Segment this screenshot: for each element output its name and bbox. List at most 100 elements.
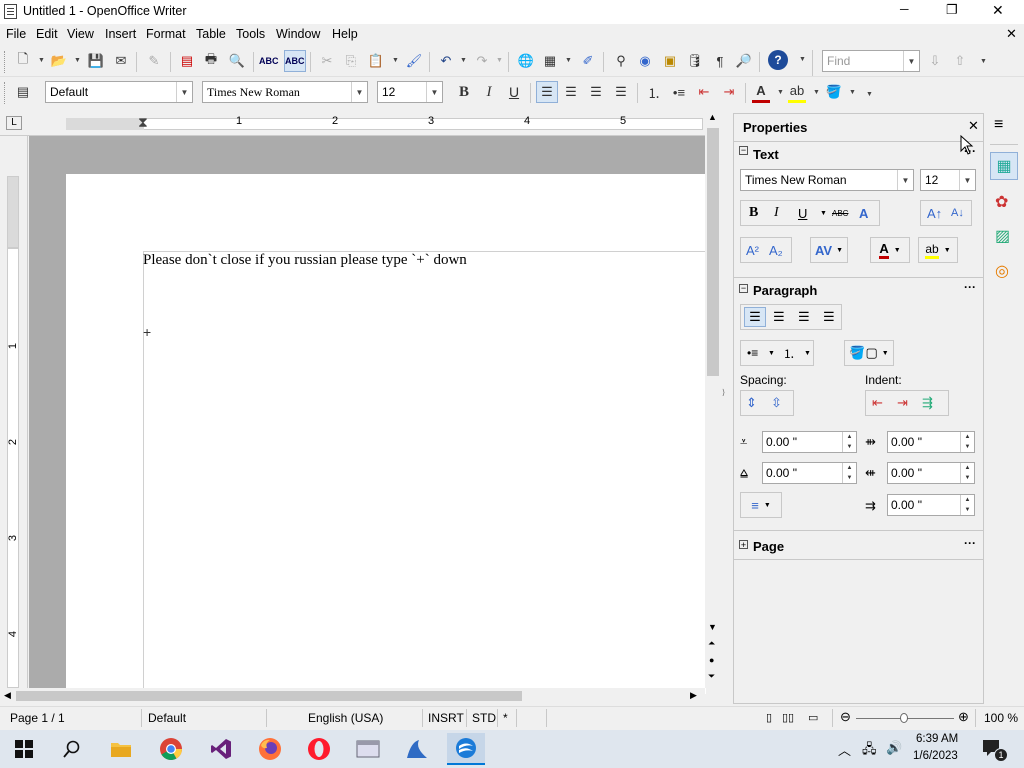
opera-icon[interactable]	[303, 733, 335, 765]
font-size-select[interactable]: 12 ▼	[377, 81, 443, 103]
file-explorer-icon[interactable]	[105, 733, 137, 765]
gallery-tab-icon[interactable]: ▨	[995, 226, 1010, 246]
clock-date[interactable]: 1/6/2023	[913, 750, 958, 762]
shadow-icon[interactable]: A	[859, 206, 868, 221]
paste-icon[interactable]: 📋	[367, 50, 385, 72]
save-icon[interactable]: 💾	[87, 50, 105, 72]
find-input[interactable]: Find ▼	[822, 50, 920, 72]
data-sources-icon[interactable]: 🛢	[686, 50, 704, 72]
spellcheck-icon[interactable]: ABC	[259, 50, 279, 72]
cut-icon[interactable]: ✂	[318, 50, 336, 72]
chevron-down-icon[interactable]: ▼	[897, 170, 913, 190]
find-next-icon[interactable]: ⇩	[926, 50, 944, 72]
close-sidebar-icon[interactable]: ✕	[968, 118, 979, 134]
justify-icon[interactable]: ☰	[612, 81, 630, 103]
sidebar-align-right-icon[interactable]: ☰	[798, 309, 810, 325]
menu-format[interactable]: Format	[146, 27, 186, 41]
underline-button[interactable]: U	[505, 81, 523, 103]
scroll-down-icon[interactable]: ▼	[708, 622, 717, 632]
search-icon[interactable]	[56, 733, 88, 765]
align-right-icon[interactable]: ☰	[587, 81, 605, 103]
scroll-right-icon[interactable]: ▶	[690, 690, 697, 701]
help-icon[interactable]: ?	[768, 50, 788, 70]
hyperlink-icon[interactable]: 🌐	[517, 50, 535, 72]
navigator-icon[interactable]: ◉	[636, 50, 654, 72]
decrease-font-icon[interactable]: A↓	[951, 207, 964, 219]
before-text-indent[interactable]: 0.00 " ▲ ▼	[887, 431, 975, 453]
copy-icon[interactable]: ⎘	[342, 50, 360, 72]
decrease-indent-icon[interactable]: ⇤	[695, 81, 713, 103]
collapse-paragraph-icon[interactable]: −	[739, 284, 748, 293]
scroll-thumb[interactable]	[707, 128, 719, 376]
page-more-options[interactable]: ···	[964, 536, 976, 550]
superscript-icon[interactable]: A²	[746, 243, 759, 258]
menu-edit[interactable]: Edit	[36, 27, 58, 41]
highlight-icon[interactable]: ab	[788, 81, 806, 103]
sidebar-font-name-select[interactable]: Times New Roman ▼	[740, 169, 914, 191]
paragraph-style-select[interactable]: Default ▼	[45, 81, 193, 103]
menu-help[interactable]: Help	[332, 27, 358, 41]
windows-start-icon[interactable]	[8, 733, 40, 765]
undo-icon[interactable]: ↶	[437, 50, 455, 72]
expand-page-icon[interactable]: +	[739, 540, 748, 550]
page-status[interactable]: Page 1 / 1	[10, 711, 65, 725]
chevron-down-icon[interactable]: ▼	[903, 51, 919, 71]
network-icon[interactable]: 🖧	[862, 740, 877, 762]
find-previous-icon[interactable]: ⇧	[951, 50, 969, 72]
volume-icon[interactable]: 🔊	[886, 740, 902, 756]
sidebar-font-size-select[interactable]: 12 ▼	[920, 169, 976, 191]
background-color-icon[interactable]: 🪣	[825, 81, 843, 103]
scroll-left-icon[interactable]: ◀	[4, 690, 11, 701]
increase-indent-icon[interactable]: ⇥	[720, 81, 738, 103]
collapse-text-icon[interactable]: −	[739, 146, 748, 155]
menu-table[interactable]: Table	[196, 27, 226, 41]
chevron-down-icon[interactable]: ▼	[426, 82, 442, 102]
text-section-title[interactable]: Text	[753, 147, 779, 162]
paragraph-background-button[interactable]: 🪣▢ ▼	[844, 340, 894, 366]
vertical-scrollbar[interactable]: ▲ ▼ ⏶ ● ⏷	[705, 110, 721, 688]
page-section-title[interactable]: Page	[753, 539, 784, 554]
document-text[interactable]: Please don`t close if you russian please…	[143, 252, 467, 269]
first-line-indent[interactable]: 0.00 " ▲ ▼	[887, 494, 975, 516]
h-scroll-thumb[interactable]	[16, 691, 522, 701]
sidebar-numbering-icon[interactable]: ⒈	[783, 345, 795, 362]
clone-formatting-icon[interactable]: 🖌	[405, 50, 423, 72]
clock-time[interactable]: 6:39 AM	[916, 733, 958, 745]
above-paragraph-spacing[interactable]: 0.00 " ▲ ▼	[762, 431, 857, 453]
horizontal-scrollbar[interactable]: ◀ ▶	[0, 688, 705, 704]
zoom-level[interactable]: 100 %	[984, 711, 1018, 725]
increase-font-icon[interactable]: A↑	[927, 206, 942, 221]
find-replace-icon[interactable]: ⚲	[612, 50, 630, 72]
navigation-icon[interactable]: ●	[709, 655, 714, 665]
scroll-up-icon[interactable]: ▲	[708, 112, 717, 122]
show-hidden-icons[interactable]: ︿	[838, 740, 851, 759]
language-status[interactable]: English (USA)	[308, 711, 383, 725]
paragraph-more-options[interactable]: ···	[964, 280, 976, 294]
paragraph-section-title[interactable]: Paragraph	[753, 283, 817, 298]
table-icon[interactable]: ▦	[541, 50, 559, 72]
sidebar-decrease-indent-icon[interactable]: ⇥	[897, 395, 908, 411]
sidebar-underline-icon[interactable]: U	[798, 206, 807, 221]
after-text-indent[interactable]: 0.00 " ▲ ▼	[887, 462, 975, 484]
single-page-view-icon[interactable]: ▯	[766, 711, 772, 724]
app-window-icon[interactable]	[352, 733, 384, 765]
sidebar-splitter[interactable]: ⟩	[721, 110, 731, 704]
styles-tab-icon[interactable]: ✿	[995, 192, 1008, 212]
chevron-down-icon[interactable]: ▼	[351, 82, 367, 102]
increase-spacing-icon[interactable]: ⇕	[746, 395, 757, 411]
zoom-in-icon[interactable]: ⊕	[958, 709, 969, 725]
numbering-icon[interactable]: ⒈	[645, 81, 663, 103]
hanging-indent-icon[interactable]: ⇶	[922, 395, 933, 411]
decrease-spacing-icon[interactable]: ⇳	[771, 395, 782, 411]
font-name-select[interactable]: Times New Roman ▼	[202, 81, 368, 103]
properties-tab-icon[interactable]: ▦	[990, 152, 1018, 180]
sidebar-align-left-icon[interactable]: ☰	[744, 307, 766, 327]
subscript-icon[interactable]: A₂	[769, 243, 783, 258]
menu-file[interactable]: File	[6, 27, 26, 41]
zoom-out-icon[interactable]: ⊖	[840, 709, 851, 725]
menu-window[interactable]: Window	[276, 27, 320, 41]
sidebar-bold-icon[interactable]: B	[749, 205, 758, 221]
gallery-icon[interactable]: ▣	[661, 50, 679, 72]
autospellcheck-icon[interactable]: ABC	[284, 50, 306, 72]
sidebar-increase-indent-icon[interactable]: ⇤	[872, 395, 883, 411]
